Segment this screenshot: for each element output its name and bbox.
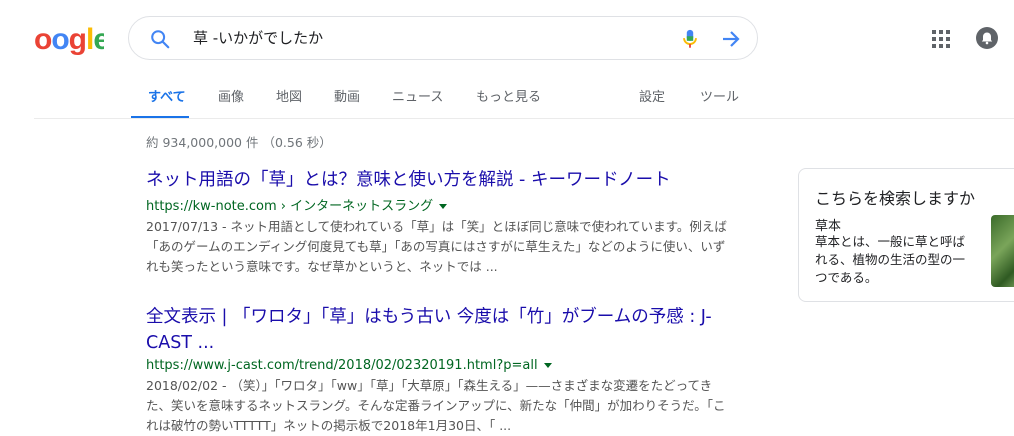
panel-heading: こちらを検索しますか: [815, 189, 976, 208]
tab-all[interactable]: すべて: [148, 86, 186, 105]
result-url: https://www.j-cast.com/trend/2018/02/023…: [146, 358, 746, 373]
search-result: 全文表示 | 「ワロタ」「草」はもう古い 今度は「竹」がブームの予感 : J-C…: [146, 304, 746, 436]
result-snippet: 2018/02/02 - （笑）」「ワロタ」「ww」「草」「大草原」「森生える」…: [146, 378, 726, 433]
notifications-bell-icon[interactable]: [976, 27, 998, 49]
google-logo[interactable]: oogle: [34, 22, 104, 58]
apps-grid-icon[interactable]: [932, 30, 950, 48]
panel-thumbnail-image[interactable]: [991, 215, 1014, 287]
header-divider: [34, 118, 1014, 119]
url-dropdown-icon[interactable]: [439, 204, 448, 209]
tab-settings[interactable]: 設定: [639, 86, 665, 105]
search-box[interactable]: 草 -いかがでしたか: [128, 16, 758, 60]
url-dropdown-icon[interactable]: [543, 363, 552, 368]
search-icon[interactable]: [149, 28, 171, 50]
search-arrow-icon[interactable]: [719, 27, 743, 51]
panel-item-description: 草本とは、一般に草と呼ばれる、植物の生活の型の一つである。: [815, 234, 966, 285]
search-input[interactable]: 草 -いかがでしたか: [193, 17, 323, 59]
did-you-mean-panel: こちらを検索しますか 草本 草本とは、一般に草と呼ばれる、植物の生活の型の一つで…: [798, 168, 1014, 302]
result-url: https://kw-note.com › インターネットスラング: [146, 195, 746, 214]
tab-tools[interactable]: ツール: [700, 86, 739, 105]
panel-item-title[interactable]: 草本: [815, 215, 841, 234]
tab-images[interactable]: 画像: [218, 86, 244, 105]
result-title-link[interactable]: ネット用語の「草」とは？意味と使い方を解説 - キーワードノート: [146, 167, 746, 193]
tab-maps[interactable]: 地図: [276, 86, 302, 105]
result-url-text: https://kw-note.com › インターネットスラング: [146, 199, 434, 214]
tab-news[interactable]: ニュース: [392, 86, 443, 105]
result-url-text: https://www.j-cast.com/trend/2018/02/023…: [146, 358, 538, 373]
search-tabs: すべて 画像 地図 動画 ニュース もっと見る 設定 ツール: [0, 86, 1014, 118]
search-result: ネット用語の「草」とは？意味と使い方を解説 - キーワードノート https:/…: [146, 167, 746, 277]
tab-videos[interactable]: 動画: [334, 86, 360, 105]
result-stats: 約 934,000,000 件 （0.56 秒）: [146, 135, 332, 150]
tab-more[interactable]: もっと見る: [476, 86, 541, 105]
mic-icon[interactable]: [679, 27, 701, 51]
result-snippet: 2017/07/13 - ネット用語として使われている「草」は「笑」とほぼ同じ意…: [146, 219, 727, 274]
result-title-link[interactable]: 全文表示 | 「ワロタ」「草」はもう古い 今度は「竹」がブームの予感 : J-C…: [146, 304, 746, 356]
